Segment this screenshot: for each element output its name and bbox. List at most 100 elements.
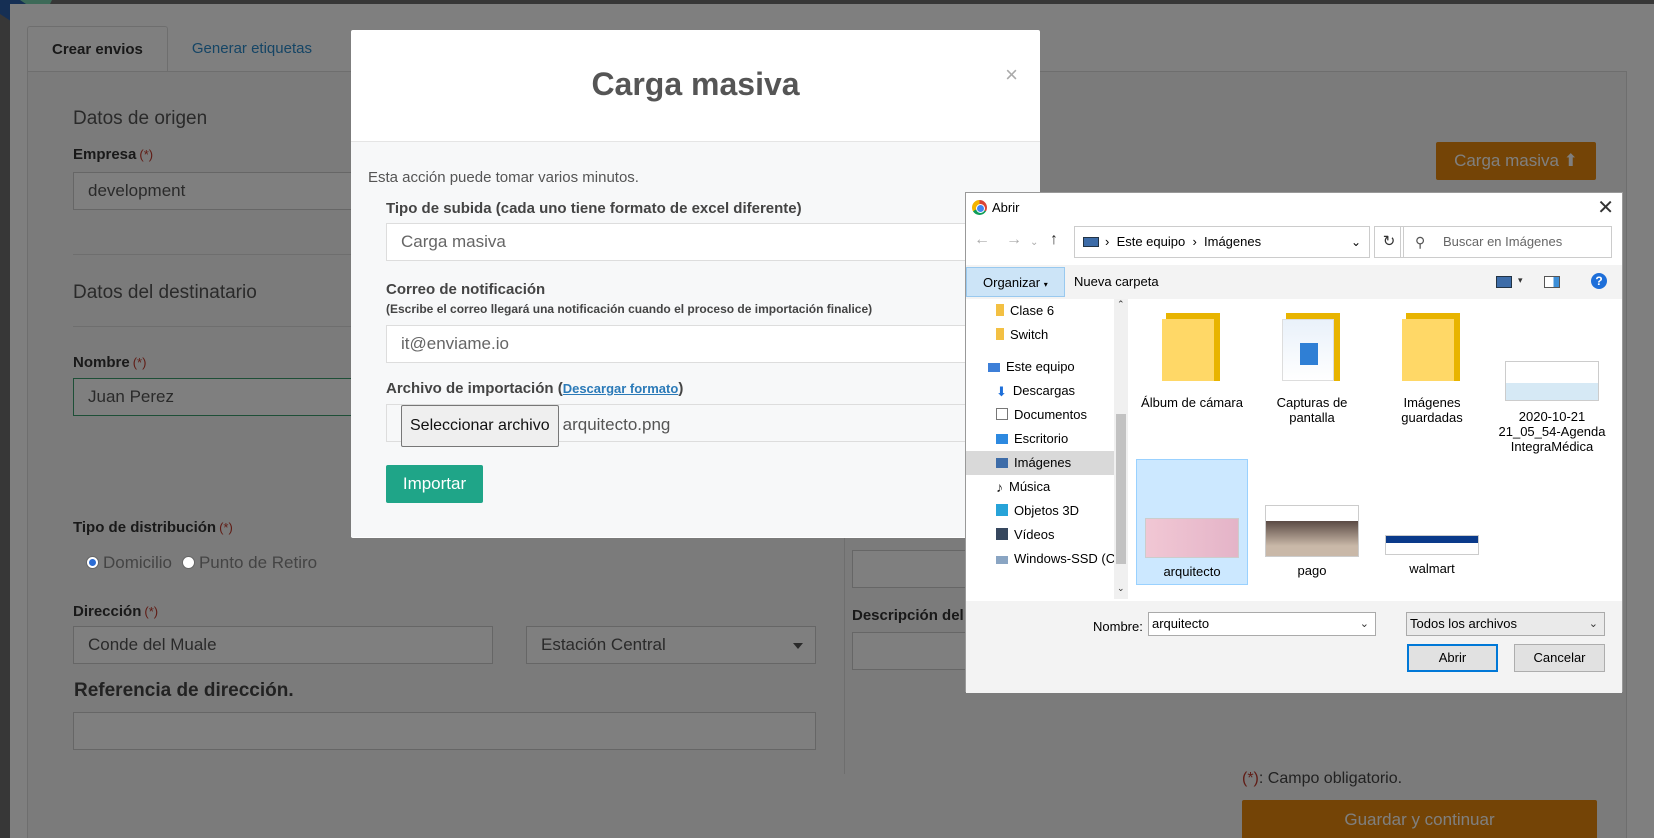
- file-label: Álbum de cámara: [1141, 395, 1243, 410]
- file-label: Archivo de importación (Descargar format…: [386, 380, 684, 397]
- tree-item-escritorio[interactable]: Escritorio: [996, 427, 1068, 451]
- dialog-toolbar: Organizar ▾ Nueva carpeta ▾ ?: [966, 265, 1622, 299]
- modal-title: Carga masiva: [591, 66, 800, 102]
- upload-type-select[interactable]: Carga masiva: [386, 223, 1006, 261]
- file-label: Capturas de pantalla: [1276, 395, 1348, 425]
- forward-arrow-icon[interactable]: →: [1006, 231, 1022, 249]
- tree-item-este-equipo[interactable]: Este equipo: [988, 355, 1075, 379]
- file-label: Imágenes guardadas: [1401, 395, 1463, 425]
- pictures-library-icon: [1083, 237, 1099, 247]
- radio-unchecked-icon: [181, 556, 195, 569]
- modal-note: Esta acción puede tomar varios minutos.: [368, 169, 639, 186]
- music-icon: ♪: [996, 479, 1003, 495]
- folder-icon: [996, 304, 1004, 316]
- scroll-thumb[interactable]: [1116, 414, 1126, 564]
- close-icon[interactable]: ×: [1005, 62, 1018, 88]
- chevron-down-icon[interactable]: ⌄: [1351, 227, 1361, 257]
- tree-item-documentos[interactable]: Documentos: [996, 403, 1087, 427]
- tree-item-objetos3d[interactable]: Objetos 3D: [996, 499, 1079, 523]
- cube-icon: [996, 504, 1008, 516]
- recent-chevron-icon[interactable]: ⌄: [1030, 237, 1038, 248]
- file-item-arquitecto[interactable]: arquitecto: [1136, 459, 1248, 585]
- new-folder-button[interactable]: Nueva carpeta: [1058, 267, 1175, 297]
- select-file-button[interactable]: Seleccionar archivo: [401, 405, 559, 447]
- tree-item-imagenes[interactable]: Imágenes: [966, 451, 1114, 475]
- file-item-capturas[interactable]: Capturas de pantalla: [1256, 299, 1368, 449]
- up-arrow-icon[interactable]: ↑: [1050, 231, 1058, 249]
- chevron-down-icon[interactable]: ▾: [1518, 275, 1523, 286]
- navigation-tree: Clase 6 Switch Este equipo ⬇ Descargas Do…: [966, 299, 1114, 599]
- file-item-album[interactable]: Álbum de cámara: [1136, 299, 1248, 449]
- address-bar[interactable]: › Este equipo › Imágenes ⌄: [1074, 226, 1370, 258]
- folder-icon: [1400, 307, 1464, 381]
- open-button[interactable]: Abrir: [1407, 644, 1498, 672]
- file-label: 2020-10-21 21_05_54-Agenda IntegraMédica: [1498, 409, 1606, 454]
- modal-body: Esta acción puede tomar varios minutos. …: [351, 142, 1040, 537]
- file-type-select[interactable]: Todos los archivos ⌄: [1406, 612, 1605, 636]
- upload-type-label: Tipo de subida (cada uno tiene formato d…: [386, 200, 802, 217]
- folder-icon: [1160, 307, 1224, 381]
- dialog-footer: Nombre: arquitecto ⌄ Todos los archivos ⌄ …: [966, 601, 1622, 693]
- import-button[interactable]: Importar: [386, 465, 483, 503]
- download-icon: ⬇: [996, 384, 1007, 399]
- tree-item-windows-ssd[interactable]: Windows-SSD (C: [996, 547, 1114, 571]
- drive-icon: [996, 556, 1008, 564]
- chrome-icon: [972, 200, 987, 215]
- folder-icon: [996, 328, 1004, 340]
- close-icon[interactable]: ✕: [1597, 195, 1614, 220]
- email-input[interactable]: it@enviame.io: [386, 325, 1006, 363]
- file-label: arquitecto: [1163, 564, 1221, 579]
- organize-button[interactable]: Organizar ▾: [966, 267, 1065, 297]
- pictures-icon: [996, 458, 1008, 468]
- view-options-icon[interactable]: [1496, 276, 1512, 288]
- file-label: pago: [1297, 563, 1327, 578]
- image-thumbnail: [1145, 518, 1239, 558]
- referencia-label: Referencia de dirección.: [74, 680, 294, 701]
- file-name: arquitecto.png: [562, 415, 671, 434]
- modal-header: Carga masiva ×: [351, 30, 1040, 142]
- image-thumbnail: [1505, 361, 1599, 401]
- cancel-button[interactable]: Cancelar: [1514, 644, 1605, 672]
- chevron-down-icon[interactable]: ⌄: [1117, 583, 1125, 594]
- distribution-radio-group: Domicilio Punto de Retiro: [86, 553, 317, 573]
- email-help: (Escribe el correo llegará una notificac…: [386, 302, 873, 316]
- download-format-link[interactable]: Descargar formato: [563, 381, 679, 396]
- tree-item-descargas[interactable]: ⬇ Descargas: [996, 379, 1075, 403]
- video-icon: [996, 528, 1008, 540]
- preview-pane-icon[interactable]: [1544, 276, 1560, 288]
- filename-input[interactable]: arquitecto ⌄: [1148, 612, 1376, 636]
- file-label: walmart: [1409, 561, 1455, 576]
- desktop-icon: [996, 434, 1008, 444]
- file-grid: Álbum de cámara Capturas de pantalla Imá…: [1136, 299, 1616, 599]
- radio-domicilio[interactable]: Domicilio: [86, 553, 172, 573]
- search-icon: ⚲: [1415, 234, 1426, 250]
- radio-checked-icon: [86, 556, 99, 569]
- back-arrow-icon[interactable]: ←: [974, 231, 990, 249]
- open-file-dialog: Abrir ✕ ← → ⌄ ↑ › Este equipo › Imágenes…: [965, 192, 1623, 693]
- tree-scrollbar[interactable]: ⌃ ⌄: [1114, 299, 1128, 599]
- filename-label: Nombre:: [1093, 619, 1143, 634]
- tree-item-switch[interactable]: Switch: [996, 323, 1048, 347]
- file-item-walmart[interactable]: walmart: [1376, 459, 1488, 585]
- radio-punto-retiro[interactable]: Punto de Retiro: [181, 553, 317, 573]
- folder-with-images-icon: [1280, 307, 1344, 381]
- file-item-agenda[interactable]: 2020-10-21 21_05_54-Agenda IntegraMédica: [1496, 299, 1608, 469]
- tree-item-clase6[interactable]: Clase 6: [996, 299, 1054, 323]
- image-thumbnail: [1265, 505, 1359, 557]
- search-input[interactable]: ⚲ Buscar en Imágenes: [1400, 226, 1612, 258]
- tree-item-videos[interactable]: Vídeos: [996, 523, 1054, 547]
- document-icon: [996, 408, 1008, 420]
- chevron-down-icon[interactable]: ⌄: [1360, 613, 1369, 635]
- computer-icon: [988, 363, 1000, 372]
- file-input: Seleccionar archivo arquitecto.png: [386, 404, 1006, 447]
- image-thumbnail: [1385, 535, 1479, 555]
- help-icon[interactable]: ?: [1591, 273, 1607, 289]
- dialog-titlebar: Abrir ✕: [966, 193, 1622, 223]
- tree-item-musica[interactable]: ♪ Música: [996, 475, 1050, 499]
- file-item-guardadas[interactable]: Imágenes guardadas: [1376, 299, 1488, 449]
- chevron-up-icon[interactable]: ⌃: [1117, 299, 1125, 310]
- file-item-pago[interactable]: pago: [1256, 459, 1368, 585]
- carga-masiva-modal: Carga masiva × Esta acción puede tomar v…: [351, 30, 1040, 538]
- email-label: Correo de notificación: [386, 281, 546, 298]
- chevron-down-icon: ⌄: [1588, 618, 1598, 630]
